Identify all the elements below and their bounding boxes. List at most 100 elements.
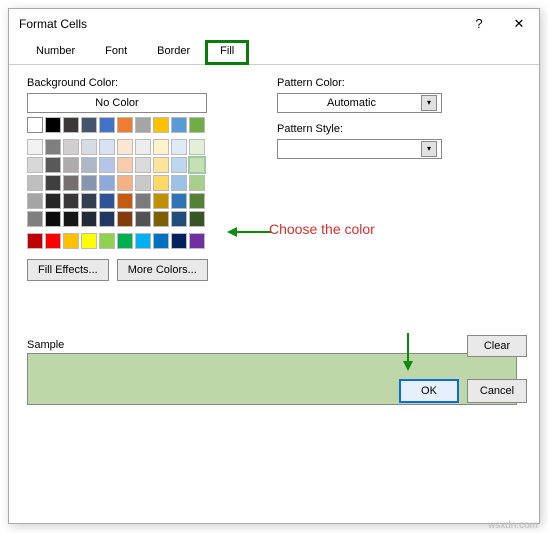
color-swatch[interactable] <box>27 175 43 191</box>
color-swatch[interactable] <box>189 175 205 191</box>
close-button[interactable]: ✕ <box>499 9 539 39</box>
color-swatch[interactable] <box>27 233 43 249</box>
cancel-button[interactable]: Cancel <box>467 379 527 403</box>
dialog-content: Background Color: No Color Fill Effects.… <box>9 65 539 417</box>
sample-label: Sample <box>27 339 521 351</box>
tab-fill[interactable]: Fill <box>205 40 249 65</box>
tint-palette <box>27 139 212 227</box>
color-swatch[interactable] <box>117 117 133 133</box>
color-swatch[interactable] <box>81 175 97 191</box>
color-swatch[interactable] <box>63 117 79 133</box>
color-swatch[interactable] <box>117 175 133 191</box>
tab-font[interactable]: Font <box>90 40 142 65</box>
tab-number[interactable]: Number <box>21 40 90 65</box>
titlebar: Format Cells ? ✕ <box>9 9 539 39</box>
pattern-color-dropdown[interactable]: Automatic ▾ <box>277 93 442 113</box>
color-swatch[interactable] <box>99 117 115 133</box>
color-swatch[interactable] <box>45 157 61 173</box>
color-swatch[interactable] <box>63 157 79 173</box>
pattern-color-value: Automatic <box>282 97 421 109</box>
color-swatch[interactable] <box>99 211 115 227</box>
color-swatch[interactable] <box>153 117 169 133</box>
color-swatch[interactable] <box>189 193 205 209</box>
background-color-label: Background Color: <box>27 77 237 89</box>
color-swatch[interactable] <box>153 139 169 155</box>
color-swatch[interactable] <box>171 117 187 133</box>
color-swatch[interactable] <box>117 139 133 155</box>
chevron-down-icon: ▾ <box>421 95 437 111</box>
color-swatch[interactable] <box>135 193 151 209</box>
color-swatch[interactable] <box>99 157 115 173</box>
color-swatch[interactable] <box>81 193 97 209</box>
color-swatch[interactable] <box>171 211 187 227</box>
color-swatch[interactable] <box>117 193 133 209</box>
color-swatch[interactable] <box>27 117 43 133</box>
color-swatch[interactable] <box>135 175 151 191</box>
color-swatch[interactable] <box>63 193 79 209</box>
color-swatch[interactable] <box>135 233 151 249</box>
color-swatch[interactable] <box>63 233 79 249</box>
color-swatch[interactable] <box>99 193 115 209</box>
color-swatch[interactable] <box>81 117 97 133</box>
color-swatch[interactable] <box>63 211 79 227</box>
color-swatch[interactable] <box>81 139 97 155</box>
watermark: wsxdn.com <box>488 520 538 531</box>
color-swatch[interactable] <box>135 211 151 227</box>
color-swatch[interactable] <box>189 117 205 133</box>
color-swatch[interactable] <box>117 157 133 173</box>
tab-border[interactable]: Border <box>142 40 205 65</box>
color-swatch[interactable] <box>45 139 61 155</box>
color-swatch[interactable] <box>81 233 97 249</box>
color-swatch[interactable] <box>171 175 187 191</box>
theme-color-row <box>27 117 212 133</box>
color-swatch[interactable] <box>153 211 169 227</box>
color-swatch[interactable] <box>171 233 187 249</box>
color-swatch[interactable] <box>99 175 115 191</box>
color-swatch[interactable] <box>189 157 205 173</box>
pattern-color-label: Pattern Color: <box>277 77 521 89</box>
help-button[interactable]: ? <box>459 9 499 39</box>
annotation-arrow-down <box>403 333 413 371</box>
color-swatch[interactable] <box>45 175 61 191</box>
color-swatch[interactable] <box>27 157 43 173</box>
color-swatch[interactable] <box>63 139 79 155</box>
more-colors-button[interactable]: More Colors... <box>117 259 208 281</box>
color-swatch[interactable] <box>117 233 133 249</box>
color-swatch[interactable] <box>171 139 187 155</box>
annotation-text: Choose the color <box>269 221 375 237</box>
color-swatch[interactable] <box>99 233 115 249</box>
color-swatch[interactable] <box>27 139 43 155</box>
color-swatch[interactable] <box>135 139 151 155</box>
color-swatch[interactable] <box>135 117 151 133</box>
color-swatch[interactable] <box>189 233 205 249</box>
color-swatch[interactable] <box>117 211 133 227</box>
ok-button[interactable]: OK <box>399 379 459 403</box>
color-swatch[interactable] <box>27 211 43 227</box>
color-swatch[interactable] <box>63 175 79 191</box>
dialog-title: Format Cells <box>19 17 459 31</box>
color-swatch[interactable] <box>45 211 61 227</box>
color-swatch[interactable] <box>171 193 187 209</box>
no-color-button[interactable]: No Color <box>27 93 207 113</box>
color-swatch[interactable] <box>27 193 43 209</box>
pattern-style-dropdown[interactable]: ▾ <box>277 139 442 159</box>
color-swatch[interactable] <box>45 117 61 133</box>
color-swatch[interactable] <box>153 157 169 173</box>
color-swatch[interactable] <box>99 139 115 155</box>
format-cells-dialog: Format Cells ? ✕ NumberFontBorderFill Ba… <box>8 8 540 524</box>
color-swatch[interactable] <box>153 175 169 191</box>
pattern-style-label: Pattern Style: <box>277 123 521 135</box>
color-swatch[interactable] <box>81 211 97 227</box>
color-swatch[interactable] <box>171 157 187 173</box>
color-swatch[interactable] <box>45 193 61 209</box>
fill-effects-button[interactable]: Fill Effects... <box>27 259 109 281</box>
color-swatch[interactable] <box>45 233 61 249</box>
color-swatch[interactable] <box>153 193 169 209</box>
color-swatch[interactable] <box>135 157 151 173</box>
color-swatch[interactable] <box>81 157 97 173</box>
annotation-arrow-left <box>227 227 271 237</box>
clear-button[interactable]: Clear <box>467 335 527 357</box>
color-swatch[interactable] <box>189 211 205 227</box>
color-swatch[interactable] <box>153 233 169 249</box>
color-swatch[interactable] <box>189 139 205 155</box>
